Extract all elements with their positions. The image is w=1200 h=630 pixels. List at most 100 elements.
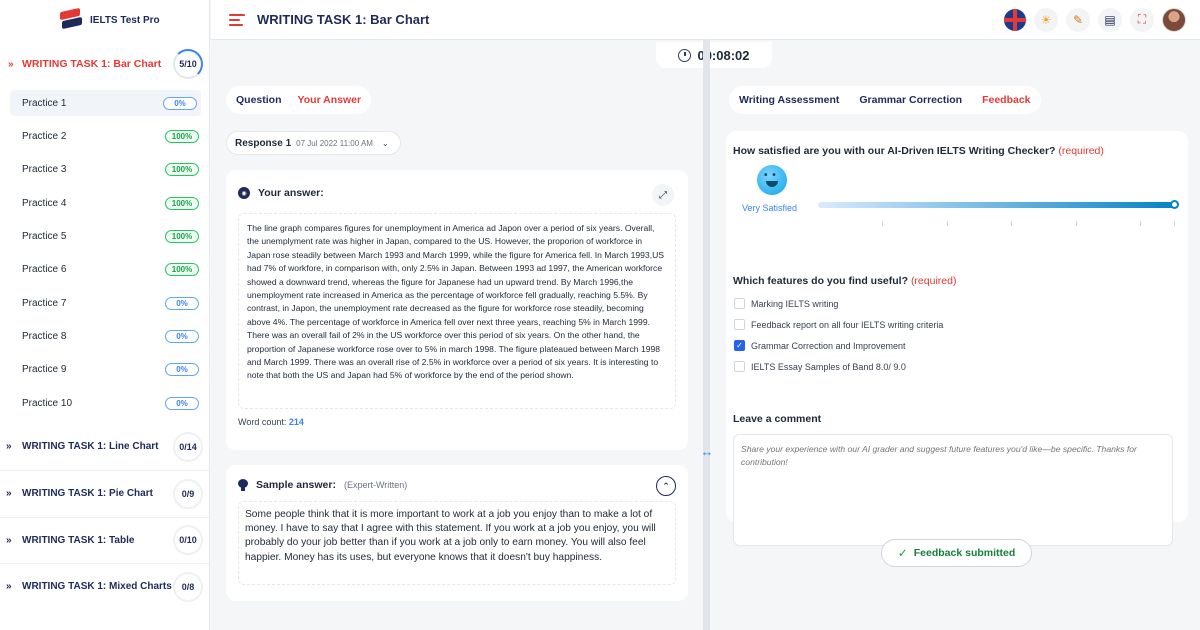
sidebar-group-title: WRITING TASK 1: Table [22,534,135,546]
word-count-label: Word count: [238,417,287,427]
answer-text: The line graph compares figures for unem… [238,213,676,409]
comment-input[interactable] [733,434,1173,546]
practice-list: Practice 1 0% Practice 2 100% Practice 3 100%… [0,90,209,420]
avatar[interactable] [1162,7,1186,32]
practice-label: Practice 4 [22,197,67,209]
practice-label: Practice 10 [22,397,73,409]
sidebar-group[interactable]: » WRITING TASK 1: Pie Chart 0/9 [0,470,209,517]
your-answer-card: ◉ Your answer: ⤢ The line graph compares… [226,170,688,450]
sidebar-item-practice[interactable]: Practice 5 100% [0,220,209,253]
sidebar-group[interactable]: » WRITING TASK 1: Table 0/10 [0,516,209,564]
practice-label: Practice 3 [22,164,67,176]
feature-option[interactable]: IELTS Essay Samples of Band 8.0/ 9.0 [734,356,1188,377]
score-badge: 100% [165,196,199,210]
progress-ring: 0/14 [173,431,203,462]
satisfaction-fill [818,202,1176,208]
practice-label: Practice 6 [22,264,67,276]
notes-icon[interactable]: ▤ [1098,7,1122,32]
sidebar-item-practice[interactable]: Practice 10 0% [0,386,209,419]
word-count: Word count: 214 [226,409,688,435]
smiley-face-icon [757,165,787,195]
comment-heading: Leave a comment [733,413,822,425]
sidebar-group-bar-chart[interactable]: » WRITING TASK 1: Bar Chart 5/10 [0,42,209,86]
practice-label: Practice 1 [22,97,67,109]
pencil-icon[interactable]: ✎ [1066,7,1090,32]
feature-option[interactable]: Feedback report on all four IELTS writin… [734,314,1188,335]
checkbox[interactable] [734,298,745,309]
uk-flag-icon[interactable] [1004,8,1026,31]
sidebar-item-practice[interactable]: Practice 2 100% [0,120,209,153]
fullscreen-icon[interactable]: ⛶ [1130,7,1154,32]
progress-ring: 0/8 [173,571,203,602]
score-badge: 100% [165,263,199,277]
tab-grammar-correction[interactable]: Grammar Correction [859,94,962,106]
sidebar-item-practice[interactable]: Practice 7 0% [0,286,209,319]
progress-ring: 0/10 [173,525,203,556]
resize-handle-icon[interactable]: ↔ [696,444,718,459]
expand-icon[interactable]: ⤢ [652,184,674,206]
feedback-submitted-button[interactable]: ✓ Feedback submitted [881,539,1032,567]
sun-icon[interactable]: ☀ [1034,7,1058,32]
panel-divider[interactable] [703,40,710,630]
satisfaction-question: How satisfied are you with our AI-Driven… [726,131,1188,157]
sample-answer-card: Sample answer: (Expert-Written) ⌃ Some p… [226,465,688,601]
feature-option[interactable]: ✓ Grammar Correction and Improvement [734,335,1188,356]
response-select[interactable]: Response 1 07 Jul 2022 11:00 AM ⌄ [226,131,401,155]
checkbox[interactable] [734,319,745,330]
menu-icon[interactable] [229,11,245,29]
group-list: » WRITING TASK 1: Line Chart 0/14 » WRITING … [0,424,209,610]
checkbox[interactable] [734,361,745,372]
satisfaction-question-text: How satisfied are you with our AI-Driven… [733,145,1056,157]
sidebar-item-practice[interactable]: Practice 4 100% [0,187,209,220]
sample-subheading: (Expert-Written) [343,480,408,490]
sample-text: Some people think that it is more import… [238,501,676,585]
feature-option-label: Feedback report on all four IELTS writin… [751,319,944,330]
tab-writing-assessment[interactable]: Writing Assessment [739,94,839,106]
feature-option[interactable]: Marking IELTS writing [734,293,1188,314]
sidebar-item-practice[interactable]: Practice 3 100% [0,153,209,186]
score-badge: 0% [165,296,199,310]
audio-icon: ◉ [238,187,250,199]
brand-name: IELTS Test Pro [90,14,160,26]
slider-ticks [818,221,1176,227]
sidebar-group[interactable]: » WRITING TASK 1: Mixed Charts 0/8 [0,563,209,610]
slider-handle[interactable] [1170,200,1179,209]
satisfaction-track[interactable] [818,200,1179,209]
sidebar-item-practice[interactable]: Practice 8 0% [0,320,209,353]
score-badge: 100% [165,163,199,177]
sidebar-item-practice[interactable]: Practice 9 0% [0,353,209,386]
chevron-right-icon: » [6,488,12,500]
feature-option-label: Marking IELTS writing [751,298,839,309]
sidebar-group-title: WRITING TASK 1: Mixed Charts [22,581,172,593]
feature-option-label: Grammar Correction and Improvement [751,340,906,351]
features-question: Which features do you find useful? (requ… [726,275,1188,287]
timer: 00:08:02 [656,42,772,68]
word-count-value: 214 [288,417,304,427]
top-header: WRITING TASK 1: Bar Chart ☀ ✎ ▤ ⛶ [211,0,1200,40]
response-label: Response 1 [235,137,292,149]
chevron-up-icon[interactable]: ⌃ [656,476,676,496]
tab-question[interactable]: Question [236,94,282,106]
sidebar-item-practice[interactable]: Practice 6 100% [0,253,209,286]
score-badge: 0% [165,329,199,343]
check-icon: ✓ [897,546,908,560]
sidebar-item-practice[interactable]: Practice 1 0% [10,90,201,116]
satisfaction-slider: Very Satisfied [726,157,1188,226]
tab-feedback[interactable]: Feedback [982,94,1030,106]
clock-icon [678,48,692,62]
chevron-right-icon: » [6,534,12,546]
practice-label: Practice 7 [22,297,67,309]
feedback-submitted-label: Feedback submitted [913,547,1016,559]
feature-option-label: IELTS Essay Samples of Band 8.0/ 9.0 [751,361,906,372]
sidebar-group[interactable]: » WRITING TASK 1: Line Chart 0/14 [0,424,209,471]
sidebar-group-title: WRITING TASK 1: Pie Chart [22,488,153,500]
assessment-tabs: Writing Assessment Grammar Correction Fe… [729,86,1041,114]
tab-your-answer[interactable]: Your Answer [298,94,362,106]
brand-logo[interactable]: IELTS Test Pro [0,0,209,40]
checkbox[interactable]: ✓ [734,340,745,351]
practice-label: Practice 9 [22,364,67,376]
response-date: 07 Jul 2022 11:00 AM [296,138,373,148]
features-question-text: Which features do you find useful? [733,275,909,287]
score-badge: 100% [165,130,199,144]
score-badge: 0% [165,396,199,410]
